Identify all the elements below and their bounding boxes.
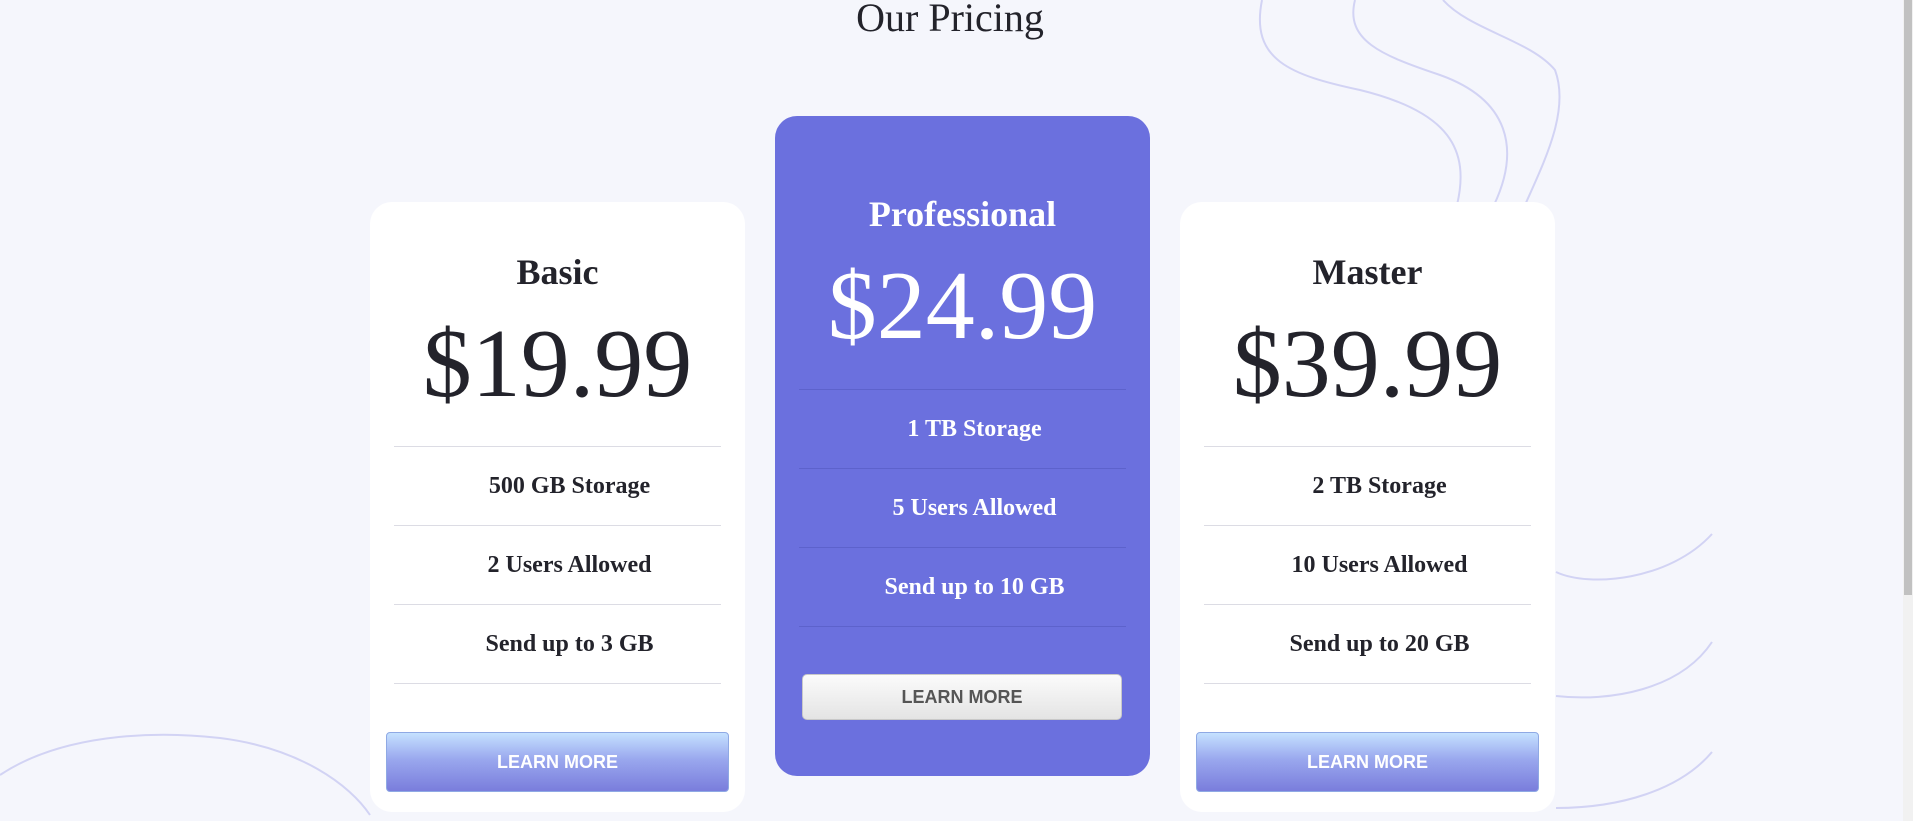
feature-send-limit: Send up to 20 GB	[1204, 605, 1531, 684]
pricing-card-professional: Professional $24.99 1 TB Storage 5 Users…	[775, 116, 1150, 776]
pricing-card-master: Master $39.99 2 TB Storage 10 Users Allo…	[1180, 202, 1555, 812]
feature-send-limit: Send up to 3 GB	[394, 605, 721, 684]
feature-list: 500 GB Storage 2 Users Allowed Send up t…	[394, 446, 721, 684]
pricing-page: Our Pricing Basic $19.99 500 GB Storage …	[0, 0, 1913, 821]
feature-send-limit: Send up to 10 GB	[799, 548, 1126, 627]
learn-more-button-basic[interactable]: LEARN MORE	[386, 732, 729, 792]
pricing-card-basic: Basic $19.99 500 GB Storage 2 Users Allo…	[370, 202, 745, 812]
learn-more-button-master[interactable]: LEARN MORE	[1196, 732, 1539, 792]
feature-storage: 2 TB Storage	[1204, 447, 1531, 526]
feature-users: 10 Users Allowed	[1204, 526, 1531, 605]
plan-name: Basic	[516, 252, 599, 292]
feature-users: 2 Users Allowed	[394, 526, 721, 605]
feature-storage: 500 GB Storage	[394, 447, 721, 526]
vertical-scrollbar[interactable]	[1903, 0, 1913, 821]
feature-users: 5 Users Allowed	[799, 469, 1126, 548]
scrollbar-thumb[interactable]	[1904, 0, 1912, 595]
feature-list: 1 TB Storage 5 Users Allowed Send up to …	[799, 389, 1126, 627]
plan-price: $19.99	[422, 310, 693, 418]
plan-name: Master	[1312, 252, 1423, 292]
plan-name: Professional	[868, 194, 1057, 234]
page-title: Our Pricing	[856, 0, 1044, 40]
plan-price: $39.99	[1232, 310, 1503, 418]
plan-price: $24.99	[827, 252, 1098, 360]
feature-list: 2 TB Storage 10 Users Allowed Send up to…	[1204, 446, 1531, 684]
feature-storage: 1 TB Storage	[799, 390, 1126, 469]
learn-more-button-professional[interactable]: LEARN MORE	[802, 674, 1122, 720]
